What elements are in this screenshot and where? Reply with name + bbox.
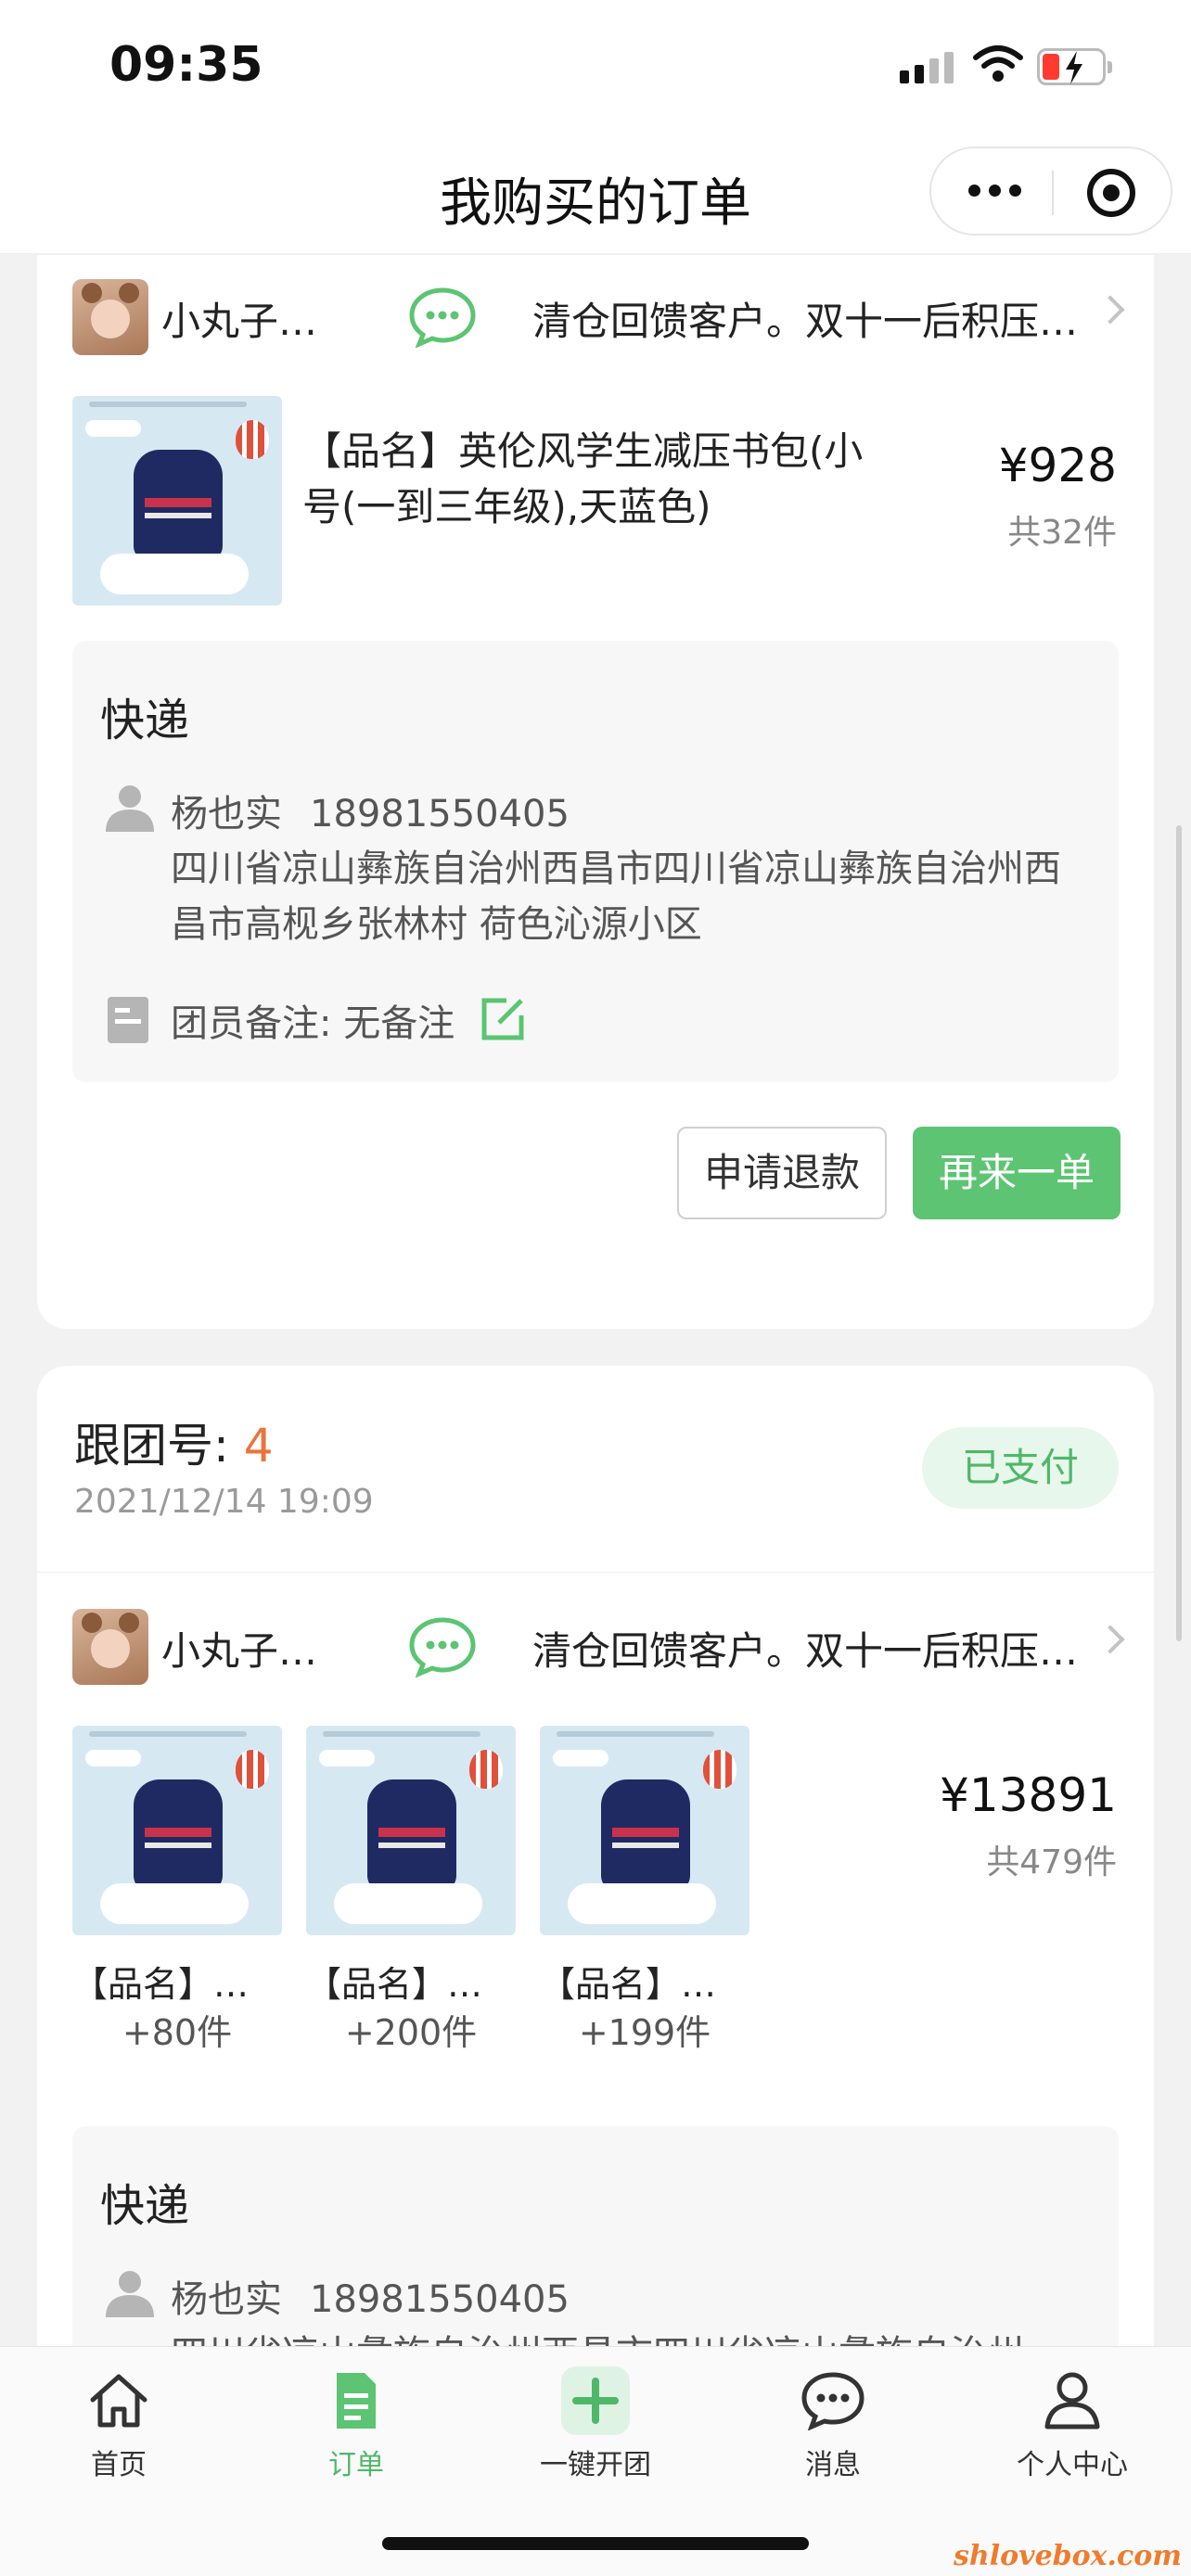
message-icon [801, 2372, 864, 2430]
item-label: 【品名】… [306, 1964, 483, 2005]
recipient-phone: 18981550405 [310, 793, 570, 835]
order-icon [337, 2373, 376, 2429]
order-price: ¥928 [998, 439, 1117, 492]
product-image[interactable] [72, 1726, 282, 1935]
order-list[interactable]: 小丸子… 清仓回馈客户。双十一后积压… 【品名】英伦风学生减压书包(小号(一到三… [0, 255, 1191, 2346]
person-icon [106, 2271, 154, 2317]
leader-name: 小丸子… [161, 299, 318, 344]
item-count: +199件 [578, 2012, 711, 2053]
tab-home[interactable]: 首页 [26, 2366, 211, 2482]
tab-messages[interactable]: 消息 [740, 2366, 926, 2482]
recipient-phone: 18981550405 [310, 2278, 570, 2321]
group-leader-row[interactable]: 小丸子… 清仓回馈客户。双十一后积压… [72, 1609, 1125, 1687]
plus-icon [561, 2366, 630, 2435]
order-quantity: 共32件 [1007, 514, 1117, 552]
capsule-divider [1052, 171, 1054, 215]
reorder-button[interactable]: 再来一单 [913, 1127, 1121, 1219]
recipient-name: 杨也实 [171, 2278, 282, 2321]
cellular-signal-icon [900, 52, 955, 83]
note-value: 无备注 [343, 1002, 455, 1045]
tab-start-group[interactable]: 一键开团 [503, 2366, 688, 2482]
recipient-info: 杨也实 18981550405 [171, 784, 570, 837]
home-indicator [382, 2537, 809, 2550]
recipient-name: 杨也实 [171, 793, 282, 835]
product-image[interactable] [72, 396, 282, 606]
note-label: 团员备注: [171, 1002, 332, 1045]
order-card: 小丸子… 清仓回馈客户。双十一后积压… 【品名】英伦风学生减压书包(小号(一到三… [37, 255, 1154, 1329]
group-title: 清仓回馈客户。双十一后积压… [532, 299, 1079, 344]
leader-avatar [72, 279, 148, 355]
leader-name: 小丸子… [161, 1628, 318, 1674]
person-icon [1044, 2372, 1100, 2429]
delivery-method: 快递 [100, 2180, 190, 2232]
tab-label: 首页 [91, 2449, 147, 2481]
nav-bar: 我购买的订单 [0, 130, 1191, 254]
chat-icon[interactable] [408, 1616, 477, 1677]
order-price: ¥13891 [940, 1768, 1117, 1822]
tab-label: 订单 [328, 2449, 384, 2481]
recipient-info: 杨也实 18981550405 [171, 2269, 570, 2323]
item-label: 【品名】… [72, 1964, 250, 2005]
tab-orders[interactable]: 订单 [263, 2366, 449, 2482]
more-icon[interactable] [968, 182, 1024, 200]
follow-number-value: 4 [243, 1419, 274, 1473]
home-icon [90, 2374, 147, 2428]
battery-icon [1037, 48, 1112, 85]
recipient-address: 四川省凉山彝族自治州西昌市四川省凉山彝族自治州 [171, 2327, 1080, 2346]
delivery-info: 快递 杨也实 18981550405 四川省凉山彝族自治州西昌市四川省凉山彝族自治… [72, 641, 1119, 1082]
item-count: +80件 [122, 2012, 233, 2053]
product-name: 【品名】英伦风学生减压书包(小号(一到三年级),天蓝色) [302, 428, 864, 529]
status-badge: 已支付 [922, 1427, 1119, 1509]
order-card: 跟团号: 4 2021/12/14 19:09 已支付 小丸子… 清仓回馈客户。… [37, 1366, 1154, 2346]
status-time: 09:35 [109, 37, 263, 93]
delivery-method: 快递 [100, 695, 190, 746]
group-leader-row[interactable]: 小丸子… 清仓回馈客户。双十一后积压… [72, 279, 1125, 357]
tab-label: 一键开团 [540, 2449, 651, 2481]
edit-note-icon[interactable] [480, 997, 525, 1041]
follow-label: 跟团号: [74, 1419, 244, 1473]
group-title: 清仓回馈客户。双十一后积压… [532, 1628, 1079, 1674]
refund-button[interactable]: 申请退款 [677, 1127, 887, 1219]
order-date: 2021/12/14 19:09 [74, 1483, 374, 1521]
wifi-icon [973, 45, 1023, 82]
follow-number: 跟团号: 4 [74, 1409, 274, 1475]
watermark: shlovebox.com [954, 2540, 1182, 2572]
scrollbar[interactable] [1176, 825, 1182, 1641]
item-count: +200件 [344, 2012, 478, 2053]
tab-label: 个人中心 [1017, 2449, 1128, 2481]
tab-label: 消息 [805, 2449, 861, 2481]
status-bar: 09:35 [0, 0, 1191, 130]
order-quantity: 共479件 [986, 1843, 1117, 1881]
product-image[interactable] [306, 1726, 516, 1935]
person-icon [106, 785, 154, 832]
member-note: 团员备注: 无备注 [171, 993, 455, 1047]
recipient-address: 四川省凉山彝族自治州西昌市四川省凉山彝族自治州西昌市高枧乡张林村 荷色沁源小区 [171, 848, 1061, 946]
delivery-info: 快递 杨也实 18981550405 四川省凉山彝族自治州西昌市四川省凉山彝族自治… [72, 2126, 1119, 2346]
tab-profile[interactable]: 个人中心 [980, 2366, 1165, 2482]
item-label: 【品名】… [540, 1964, 717, 2005]
product-image[interactable] [540, 1726, 749, 1935]
leader-avatar [72, 1609, 148, 1685]
miniprogram-capsule [929, 147, 1172, 236]
note-icon [108, 997, 148, 1043]
card-divider [37, 1572, 1154, 1573]
chat-icon[interactable] [408, 287, 477, 348]
close-miniprogram-icon[interactable] [1087, 169, 1135, 217]
